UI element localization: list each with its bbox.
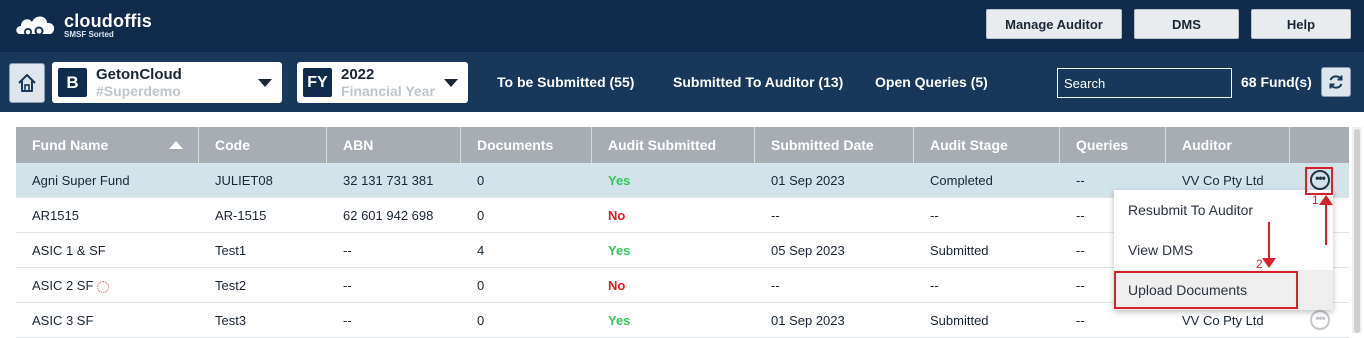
cloud-logo-icon <box>16 16 55 36</box>
column-header-queries[interactable]: Queries <box>1060 127 1166 163</box>
documents-cell: 0 <box>477 208 485 223</box>
home-button[interactable] <box>9 63 45 103</box>
logo[interactable]: cloudoffis SMSF Sorted <box>14 8 174 44</box>
search-input[interactable] <box>1057 68 1232 98</box>
home-icon <box>18 74 36 92</box>
audit-submitted-cell: Yes <box>608 173 631 188</box>
submitted-date-cell: 01 Sep 2023 <box>771 173 845 188</box>
abn-cell: -- <box>343 243 352 258</box>
submitted-date-cell: 05 Sep 2023 <box>771 243 845 258</box>
open-queries-link[interactable]: Open Queries (5) <box>875 74 988 90</box>
column-header-code[interactable]: Code <box>199 127 327 163</box>
client-name: GetonCloud <box>96 66 182 83</box>
menu-item-resubmit-to-auditor[interactable]: Resubmit To Auditor <box>1114 190 1333 230</box>
abn-cell: 32 131 731 381 <box>343 173 434 188</box>
brand-name: cloudoffis <box>64 11 152 31</box>
fund-name-cell: ASIC 2 SF <box>16 268 199 303</box>
submitted-to-auditor-link[interactable]: Submitted To Auditor (13) <box>673 74 843 90</box>
fy-label: Financial Year <box>341 83 435 99</box>
scrollbar-thumb[interactable] <box>1354 129 1360 333</box>
arrow-up-icon <box>1319 195 1333 205</box>
documents-cell: 0 <box>477 173 485 188</box>
client-badge: B <box>58 68 87 97</box>
audit-stage-cell: Submitted <box>930 243 989 258</box>
fund-name-cell: ASIC 1 & SF <box>32 243 106 258</box>
submitted-date-cell: -- <box>771 278 780 293</box>
refresh-icon <box>1329 75 1343 89</box>
column-header-auditor[interactable]: Auditor <box>1166 127 1290 163</box>
menu-item-view-dms[interactable]: View DMS <box>1114 230 1333 270</box>
top-bar: cloudoffis SMSF Sorted Manage Auditor DM… <box>0 0 1364 52</box>
documents-cell: 0 <box>477 278 485 293</box>
abn-cell: -- <box>343 278 352 293</box>
abn-cell: 62 601 942 698 <box>343 208 434 223</box>
annotation-arrow-1 <box>1325 200 1327 245</box>
fy-badge: FY <box>303 68 332 97</box>
manage-auditor-button[interactable]: Manage Auditor <box>986 9 1122 39</box>
loading-spinner-icon <box>97 280 110 293</box>
column-header-submitted-date[interactable]: Submitted Date <box>755 127 914 163</box>
annotation-highlight-upload <box>1114 271 1298 309</box>
row-actions-button[interactable]: ••• <box>1310 310 1330 330</box>
column-header-actions <box>1290 127 1349 163</box>
submitted-date-cell: -- <box>771 208 780 223</box>
client-select[interactable]: B GetonCloud #Superdemo <box>52 62 282 103</box>
column-header-documents[interactable]: Documents <box>461 127 592 163</box>
audit-submitted-cell: No <box>608 208 626 223</box>
fund-name-cell: Agni Super Fund <box>32 173 130 188</box>
annotation-number-1: 1 <box>1312 193 1319 207</box>
arrow-down-icon <box>1262 258 1276 268</box>
dms-button[interactable]: DMS <box>1134 9 1239 39</box>
sort-ascending-icon[interactable] <box>169 141 183 149</box>
client-subtitle: #Superdemo <box>96 83 181 99</box>
help-button[interactable]: Help <box>1251 9 1351 39</box>
audit-submitted-cell: Yes <box>608 243 631 258</box>
annotation-highlight-actions <box>1305 167 1333 195</box>
annotation-arrow-2 <box>1268 222 1270 258</box>
audit-stage-cell: Completed <box>930 173 993 188</box>
fund-name-cell: AR1515 <box>32 208 79 223</box>
more-options-icon: ••• <box>1315 311 1326 325</box>
to-be-submitted-link[interactable]: To be Submitted (55) <box>497 74 634 90</box>
annotation-number-2: 2 <box>1256 257 1263 271</box>
filter-bar: B GetonCloud #Superdemo FY 2022 Financia… <box>0 52 1364 112</box>
column-header-audit-submitted[interactable]: Audit Submitted <box>592 127 755 163</box>
audit-stage-cell: -- <box>930 208 939 223</box>
audit-stage-cell: -- <box>930 278 939 293</box>
fund-count: 68 Fund(s) <box>1241 74 1312 90</box>
code-cell: AR-1515 <box>215 208 267 223</box>
code-cell: Test2 <box>215 278 247 293</box>
fund-name-text: ASIC 2 SF <box>32 278 94 293</box>
fy-year: 2022 <box>341 66 375 83</box>
code-cell: Test1 <box>215 243 247 258</box>
column-header-audit-stage[interactable]: Audit Stage <box>914 127 1060 163</box>
chevron-down-icon <box>258 79 272 87</box>
column-header-abn[interactable]: ABN <box>327 127 461 163</box>
code-cell: JULIET08 <box>215 173 273 188</box>
refresh-button[interactable] <box>1321 67 1351 97</box>
audit-submitted-cell: No <box>608 278 626 293</box>
financial-year-select[interactable]: FY 2022 Financial Year <box>297 62 468 103</box>
chevron-down-icon <box>444 79 458 87</box>
brand-tagline: SMSF Sorted <box>64 30 114 39</box>
documents-cell: 4 <box>477 243 485 258</box>
table-header: Fund Name Code ABN Documents Audit Submi… <box>16 127 1349 163</box>
